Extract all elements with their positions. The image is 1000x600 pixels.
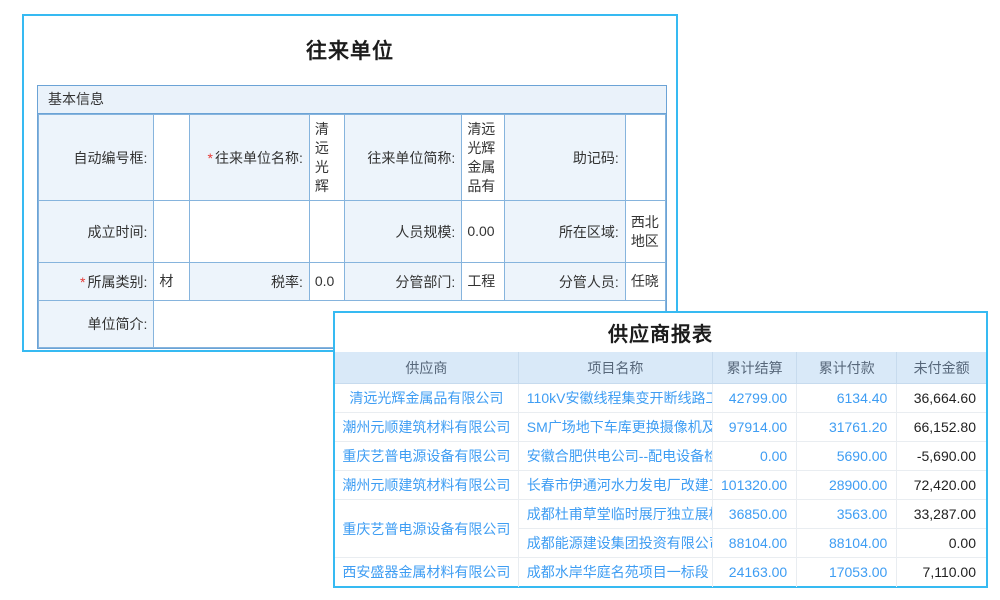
manager-value[interactable]: 任晓 [625,263,665,301]
table-row: 潮州元顺建筑材料有限公司 长春市伊通河水力发电厂改建工程 101320.00 2… [335,471,986,500]
basic-info-section-header: 基本信息 [38,86,666,114]
supplier-report-panel: 供应商报表 供应商 项目名称 累计结算 累计付款 未付金额 清远光辉金属品有限公… [333,311,988,588]
partner-short-name-label: 往来单位简称: [344,115,461,201]
unpaid-cell: 33,287.00 [897,500,986,529]
settled-cell: 24163.00 [713,558,797,587]
form-row-3: *所属类别: 材 税率: 0.0 分管部门: 工程 分管人员: 任晓 [39,263,666,301]
col-header-supplier: 供应商 [335,352,518,384]
required-asterisk: * [80,274,85,290]
category-value[interactable]: 材 [154,263,190,301]
settled-cell: 42799.00 [713,384,797,413]
partner-form-title: 往来单位 [24,16,676,84]
supplier-cell: 清远光辉金属品有限公司 [335,384,518,413]
col-header-project: 项目名称 [518,352,712,384]
intro-label: 单位简介: [39,301,154,348]
mnemonic-code-label: 助记码: [505,115,625,201]
tax-rate-label: 税率: [190,263,309,301]
mnemonic-code-value[interactable] [625,115,665,201]
supplier-cell: 重庆艺普电源设备有限公司 [335,442,518,471]
unpaid-cell: 72,420.00 [897,471,986,500]
auto-number-value[interactable] [154,115,190,201]
supplier-cell: 潮州元顺建筑材料有限公司 [335,413,518,442]
partner-name-label: *往来单位名称: [190,115,309,201]
table-row: 西安盛器金属材料有限公司 成都水岸华庭名苑项目一标段 24163.00 1705… [335,558,986,587]
table-row: 清远光辉金属品有限公司 110kV安徽线程集变开断线路工程 42799.00 6… [335,384,986,413]
tax-rate-value[interactable]: 0.0 [309,263,344,301]
report-header-row: 供应商 项目名称 累计结算 累计付款 未付金额 [335,352,986,384]
supplier-report-table: 供应商 项目名称 累计结算 累计付款 未付金额 清远光辉金属品有限公司 110k… [335,352,986,587]
partner-form-panel: 往来单位 基本信息 自动编号框: *往来单位名称: 清远光辉 往来单位简称: 清… [22,14,678,352]
basic-info-box: 基本信息 自动编号框: *往来单位名称: 清远光辉 往来单位简称: 清远光辉金属… [37,85,667,349]
project-cell: 长春市伊通河水力发电厂改建工程 [518,471,712,500]
auto-number-label: 自动编号框: [39,115,154,201]
table-row: 重庆艺普电源设备有限公司 安徽合肥供电公司--配电设备检修 0.00 5690.… [335,442,986,471]
partner-name-value[interactable]: 清远光辉 [309,115,344,201]
settled-cell: 0.00 [713,442,797,471]
col-header-paid: 累计付款 [797,352,897,384]
table-row: 重庆艺普电源设备有限公司 成都杜甫草堂临时展厅独立展柜 36850.00 356… [335,500,986,529]
supplier-report-title: 供应商报表 [335,313,986,352]
paid-cell: 28900.00 [797,471,897,500]
form-row-2: 成立时间: 人员规模: 0.00 所在区域: 西北地区 [39,201,666,263]
unpaid-cell: 36,664.60 [897,384,986,413]
department-value[interactable]: 工程 [462,263,505,301]
required-asterisk: * [208,150,213,166]
empty-cell [309,201,344,263]
paid-cell: 6134.40 [797,384,897,413]
unpaid-cell: 7,110.00 [897,558,986,587]
category-label: *所属类别: [39,263,154,301]
supplier-cell: 西安盛器金属材料有限公司 [335,558,518,587]
partner-short-name-value[interactable]: 清远光辉金属品有 [462,115,505,201]
department-label: 分管部门: [344,263,461,301]
paid-cell: 17053.00 [797,558,897,587]
established-date-value[interactable] [154,201,190,263]
project-cell: 成都能源建设集团投资有限公司 [518,529,712,558]
table-row: 潮州元顺建筑材料有限公司 SM广场地下车库更换摄像机及硬 97914.00 31… [335,413,986,442]
paid-cell: 88104.00 [797,529,897,558]
settled-cell: 97914.00 [713,413,797,442]
project-cell: SM广场地下车库更换摄像机及硬 [518,413,712,442]
empty-cell [190,201,309,263]
paid-cell: 3563.00 [797,500,897,529]
project-cell: 成都水岸华庭名苑项目一标段 [518,558,712,587]
region-label: 所在区域: [505,201,625,263]
unpaid-cell: 0.00 [897,529,986,558]
supplier-cell: 潮州元顺建筑材料有限公司 [335,471,518,500]
col-header-unpaid: 未付金额 [897,352,986,384]
settled-cell: 101320.00 [713,471,797,500]
col-header-settled: 累计结算 [713,352,797,384]
settled-cell: 36850.00 [713,500,797,529]
project-cell: 安徽合肥供电公司--配电设备检修 [518,442,712,471]
project-cell: 110kV安徽线程集变开断线路工程 [518,384,712,413]
form-row-1: 自动编号框: *往来单位名称: 清远光辉 往来单位简称: 清远光辉金属品有 助记… [39,115,666,201]
staff-size-value[interactable]: 0.00 [462,201,505,263]
unpaid-cell: -5,690.00 [897,442,986,471]
settled-cell: 88104.00 [713,529,797,558]
supplier-cell-merged: 重庆艺普电源设备有限公司 [335,500,518,558]
region-value[interactable]: 西北地区 [625,201,665,263]
unpaid-cell: 66,152.80 [897,413,986,442]
paid-cell: 5690.00 [797,442,897,471]
staff-size-label: 人员规模: [344,201,461,263]
established-date-label: 成立时间: [39,201,154,263]
manager-label: 分管人员: [505,263,625,301]
project-cell: 成都杜甫草堂临时展厅独立展柜 [518,500,712,529]
paid-cell: 31761.20 [797,413,897,442]
